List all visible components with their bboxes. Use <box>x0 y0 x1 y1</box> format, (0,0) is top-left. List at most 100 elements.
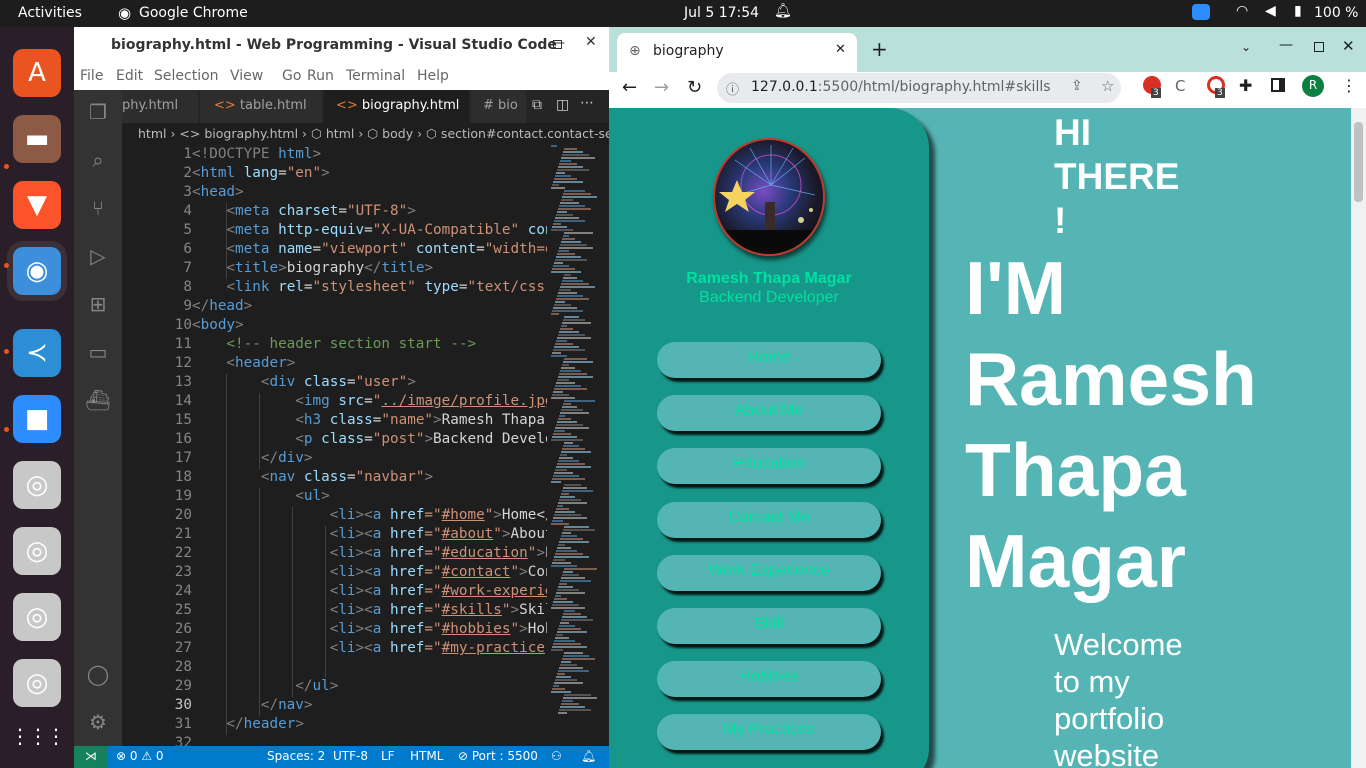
apps-grid-icon[interactable]: ⋮⋮⋮ <box>10 712 66 760</box>
tab-close-icon[interactable]: ✕ <box>835 42 846 57</box>
files-icon[interactable]: ▬ <box>13 115 61 163</box>
code-line[interactable]: <li><a href="#hobbies">Hob <box>192 621 547 637</box>
language-indicator[interactable]: HTML <box>410 749 443 763</box>
nav-link-about-me[interactable]: About Me <box>657 395 881 432</box>
split-editor-icon[interactable]: ◫ <box>556 97 569 113</box>
code-line[interactable]: <!-- header section start --> <box>192 336 476 352</box>
notifications-bell-icon[interactable]: 🔔︎ <box>581 749 596 763</box>
code-line[interactable]: <li><a href="#my-practice" <box>192 640 547 656</box>
code-line[interactable]: </head> <box>192 298 252 314</box>
nav-link-home[interactable]: Home <box>657 342 881 378</box>
browser-tab[interactable]: ⊕ biography ✕ <box>617 33 857 72</box>
menu-item-help[interactable]: Help <box>417 68 449 84</box>
nav-link-education[interactable]: Education <box>657 448 881 485</box>
scrollbar-thumb[interactable] <box>1354 122 1363 202</box>
url-text[interactable]: 127.0.0.1:5500/html/biography.html#skill… <box>751 79 1051 95</box>
menu-item-view[interactable]: View <box>230 68 263 84</box>
bookmark-star-icon[interactable]: ☆ <box>1101 77 1114 95</box>
menu-item-terminal[interactable]: Terminal <box>346 68 405 84</box>
search-icon[interactable]: ⌕ <box>84 146 112 174</box>
activities-button[interactable]: Activities <box>18 5 82 21</box>
code-line[interactable]: <li><a href="#education">E <box>192 545 547 561</box>
feedback-icon[interactable]: ⚇ <box>551 749 562 763</box>
code-line[interactable]: </nav> <box>192 697 313 713</box>
tab-table[interactable]: <> table.html <box>200 90 323 123</box>
code-line[interactable]: <ul> <box>192 488 329 504</box>
profile-avatar[interactable]: R <box>1302 75 1324 97</box>
code-line[interactable]: <body> <box>192 317 244 333</box>
menu-item-run[interactable]: Run <box>307 68 334 84</box>
code-line[interactable]: <h3 class="name">Ramesh Thapa <box>192 412 547 428</box>
back-icon[interactable]: ← <box>622 77 637 98</box>
tab-css[interactable]: # bio <box>471 90 527 123</box>
nav-link-my-practices[interactable]: My Practices <box>657 714 881 751</box>
software-icon[interactable]: A <box>13 49 61 97</box>
remote-indicator-icon[interactable]: ⋊ <box>74 746 108 768</box>
code-line[interactable]: <p class="post">Backend Develo <box>192 431 547 447</box>
clock[interactable]: Jul 5 17:54 <box>684 5 759 21</box>
account-icon[interactable]: ◯ <box>84 660 112 688</box>
code-line[interactable]: <!DOCTYPE html> <box>192 146 321 162</box>
zoom-tray-icon[interactable] <box>1192 4 1210 20</box>
code-line[interactable]: <head> <box>192 184 244 200</box>
settings-gear-icon[interactable]: ⚙ <box>84 708 112 736</box>
code-line[interactable]: <header> <box>192 355 295 371</box>
eol-indicator[interactable]: LF <box>381 749 395 763</box>
code-line[interactable]: <meta http-equiv="X-UA-Compatible" con <box>192 222 547 238</box>
breadcrumb[interactable]: html › <> biography.html › ⬡ html › ⬡ bo… <box>122 123 609 145</box>
code-line[interactable]: <html lang="en"> <box>192 165 330 181</box>
live-server-port[interactable]: ⊘ Port : 5500 <box>458 749 538 763</box>
side-panel-icon[interactable] <box>1271 78 1285 92</box>
chrome-icon[interactable]: ◉ <box>13 247 61 295</box>
code-line[interactable]: <li><a href="#contact">Con <box>192 564 547 580</box>
menu-item-edit[interactable]: Edit <box>116 68 143 84</box>
code-line[interactable]: </ul> <box>192 678 338 694</box>
run-debug-icon[interactable]: ▷ <box>84 242 112 270</box>
problems-indicator[interactable]: ⊗ 0 ⚠ 0 <box>116 749 164 763</box>
code-line[interactable]: <li><a href="#work-experie <box>192 583 547 599</box>
tab-phy[interactable]: phy.html <box>122 90 199 123</box>
close-icon[interactable]: ✕ <box>585 34 597 50</box>
code-line[interactable]: <link rel="stylesheet" type="text/css" <box>192 279 547 295</box>
address-bar[interactable]: ⓘ 127.0.0.1:5500/html/biography.html#ski… <box>717 73 1121 103</box>
menu-item-file[interactable]: File <box>80 68 103 84</box>
nav-link-skill[interactable]: Skill <box>657 608 881 644</box>
docker-icon[interactable]: ⛴ <box>84 386 112 414</box>
tab-biography[interactable]: <> biography.html ✕ <box>324 90 470 123</box>
code-line[interactable]: <meta name="viewport" content="width=d <box>192 241 547 257</box>
open-changes-icon[interactable]: ⧉ <box>532 97 542 113</box>
tab-search-icon[interactable]: ⌄ <box>1241 40 1251 54</box>
maximize-button[interactable] <box>1314 42 1324 52</box>
disc-icon-3[interactable]: ◎ <box>13 593 61 641</box>
zoom-icon[interactable]: ■ <box>13 395 61 443</box>
nav-link-contact-me[interactable]: Contact Me <box>657 501 881 538</box>
remote-explorer-icon[interactable]: ▭ <box>84 338 112 366</box>
minimize-button[interactable]: — <box>1279 37 1293 53</box>
menu-item-selection[interactable]: Selection <box>154 68 219 84</box>
code-line[interactable]: <title>biography</title> <box>192 260 433 276</box>
code-editor[interactable]: 1 <!DOCTYPE html> 2 <html lang="en"> 3 <head>… <box>122 145 547 746</box>
disc-icon-1[interactable]: ◎ <box>13 461 61 509</box>
share-icon[interactable]: ⇪ <box>1071 78 1083 94</box>
code-line[interactable]: <li><a href="#skills">Skil <box>192 602 547 618</box>
disc-icon-2[interactable]: ◎ <box>13 527 61 575</box>
source-control-icon[interactable]: ⑂ <box>84 194 112 222</box>
nav-link-hobbies[interactable]: Hobbies <box>657 661 881 698</box>
more-actions-icon[interactable]: ⋯ <box>580 95 594 111</box>
explorer-icon[interactable]: ❐ <box>84 98 112 126</box>
info-icon[interactable]: ⓘ <box>726 79 739 98</box>
indentation-indicator[interactable]: Spaces: 2 <box>267 749 325 763</box>
new-tab-icon[interactable]: + <box>871 37 888 61</box>
code-line[interactable]: <li><a href="#about">About <box>192 526 547 542</box>
extensions-icon[interactable]: ⊞ <box>84 290 112 318</box>
nav-link-work-experience[interactable]: Work Experience <box>657 554 881 591</box>
vscode-icon[interactable]: ≺ <box>13 329 61 377</box>
reload-icon[interactable]: ↻ <box>687 77 702 98</box>
encoding-indicator[interactable]: UTF-8 <box>333 749 368 763</box>
active-app-label[interactable]: Google Chrome <box>139 5 248 21</box>
extension-icon-2[interactable]: C <box>1175 77 1185 95</box>
close-icon[interactable]: ✕ <box>1342 37 1355 55</box>
extensions-puzzle-icon[interactable]: ✚ <box>1239 76 1252 95</box>
chrome-menu-icon[interactable]: ⋮ <box>1341 76 1357 95</box>
disc-icon-4[interactable]: ◎ <box>13 659 61 707</box>
